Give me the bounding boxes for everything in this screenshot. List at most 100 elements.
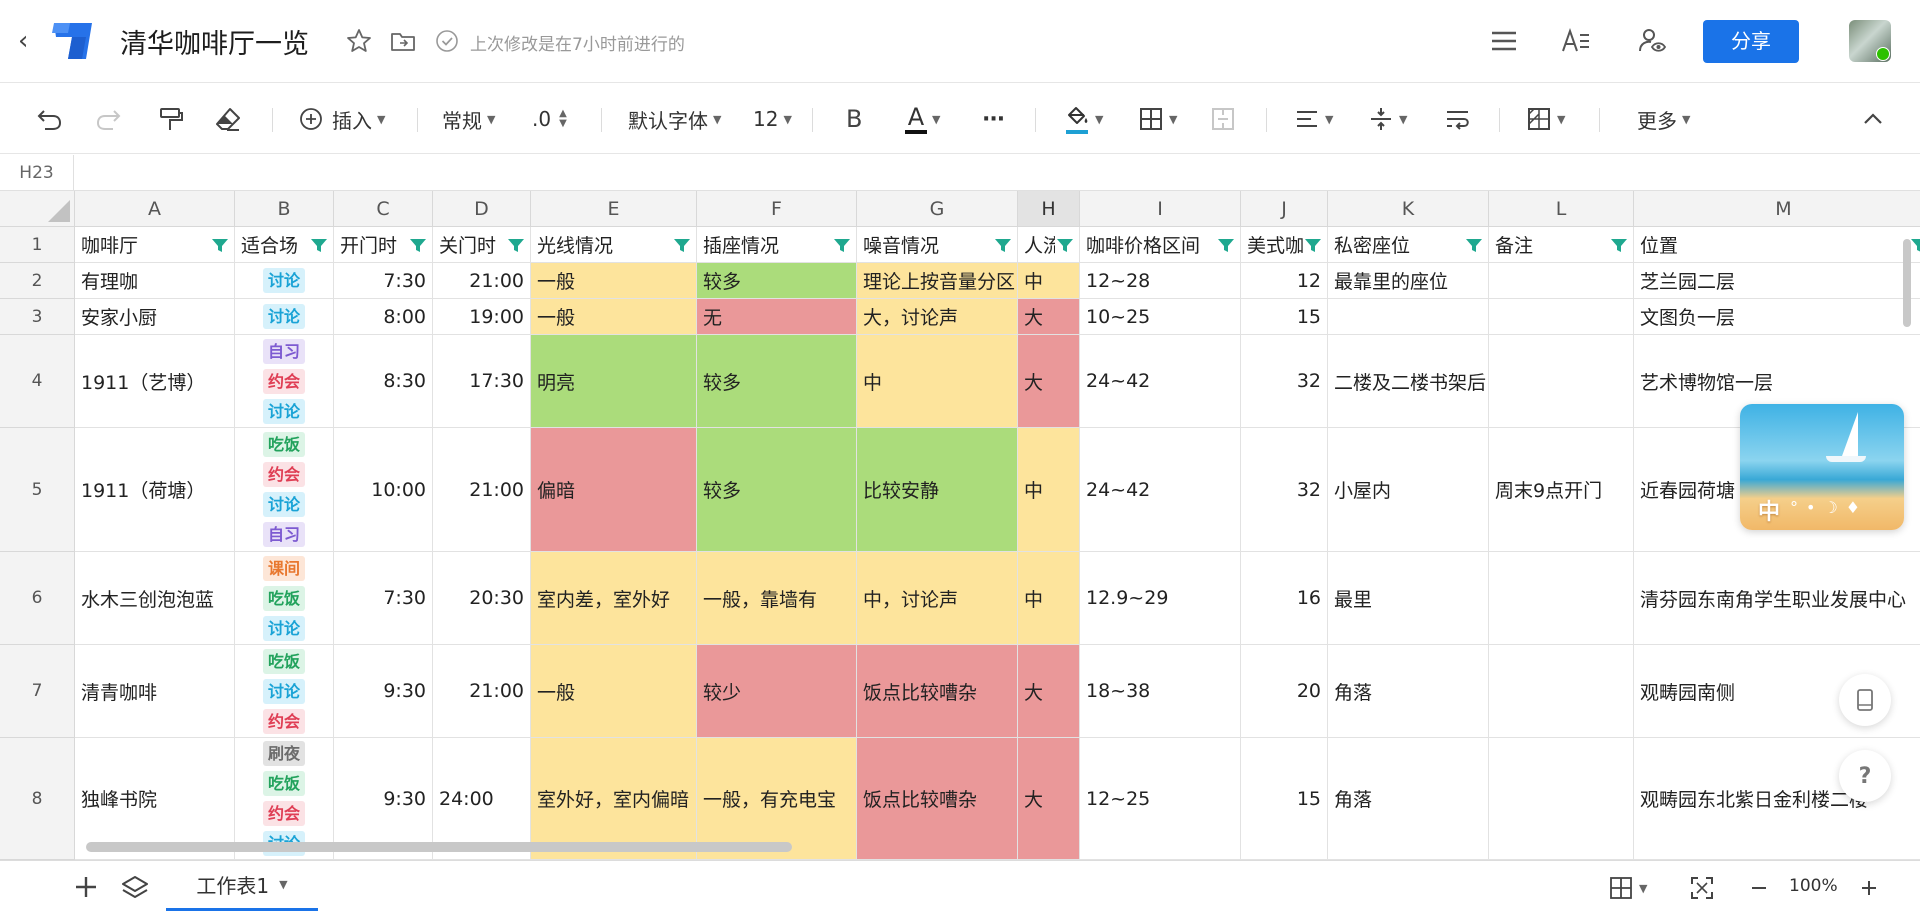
row-header-2[interactable]: 2	[0, 263, 75, 299]
light-cell[interactable]: 一般	[531, 263, 697, 299]
format-painter-icon[interactable]	[156, 102, 184, 136]
filter-icon[interactable]	[1464, 235, 1484, 255]
americano-price-cell[interactable]: 20	[1241, 645, 1328, 738]
vertical-scrollbar[interactable]	[1903, 239, 1911, 327]
noise-cell[interactable]: 大，讨论声	[857, 299, 1018, 335]
crowd-cell[interactable]: 大	[1018, 335, 1080, 428]
column-header-f[interactable]: F	[697, 191, 857, 227]
crowd-cell[interactable]: 中	[1018, 428, 1080, 552]
americano-price-cell[interactable]: 16	[1241, 552, 1328, 645]
undo-icon[interactable]	[36, 102, 64, 136]
filter-icon[interactable]	[832, 235, 852, 255]
column-header-j[interactable]: J	[1241, 191, 1328, 227]
noise-cell[interactable]: 中，讨论声	[857, 552, 1018, 645]
noise-cell[interactable]: 中	[857, 335, 1018, 428]
header-cell-j[interactable]: 美式咖	[1241, 227, 1328, 263]
price-range-cell[interactable]: 24~42	[1080, 335, 1241, 428]
text-color-dropdown[interactable]: A ▼	[905, 102, 940, 136]
open-time-cell[interactable]: 8:00	[334, 299, 433, 335]
cafe-name-cell[interactable]: 安家小厨	[75, 299, 235, 335]
price-range-cell[interactable]: 12.9~29	[1080, 552, 1241, 645]
suitable-tags-cell[interactable]: 讨论	[235, 263, 334, 299]
price-range-cell[interactable]: 10~25	[1080, 299, 1241, 335]
light-cell[interactable]: 一般	[531, 645, 697, 738]
header-cell-c[interactable]: 开门时	[334, 227, 433, 263]
header-cell-a[interactable]: 咖啡厅	[75, 227, 235, 263]
note-cell[interactable]: 周末9点开门	[1489, 428, 1634, 552]
row-header-4[interactable]: 4	[0, 335, 75, 428]
suitable-tags-cell[interactable]: 吃饭 讨论 约会	[235, 645, 334, 738]
close-time-cell[interactable]: 21:00	[433, 428, 531, 552]
header-cell-f[interactable]: 插座情况	[697, 227, 857, 263]
crowd-cell[interactable]: 大	[1018, 645, 1080, 738]
column-header-l[interactable]: L	[1489, 191, 1634, 227]
close-time-cell[interactable]: 19:00	[433, 299, 531, 335]
header-cell-d[interactable]: 关门时	[433, 227, 531, 263]
location-cell[interactable]: 芝兰园二层	[1634, 263, 1920, 299]
filter-icon[interactable]	[309, 235, 329, 255]
back-icon[interactable]: ‹	[18, 26, 38, 56]
column-header-c[interactable]: C	[334, 191, 433, 227]
crowd-cell[interactable]: 中	[1018, 263, 1080, 299]
noise-cell[interactable]: 饭点比较嘈杂	[857, 738, 1018, 860]
sheet-tab-caret-icon[interactable]: ▼	[279, 878, 287, 891]
price-range-cell[interactable]: 12~25	[1080, 738, 1241, 860]
sheet-tab-1[interactable]: 工作表1 ▼	[166, 861, 318, 911]
crowd-cell[interactable]: 大	[1018, 299, 1080, 335]
horizontal-scrollbar[interactable]	[86, 842, 792, 852]
filter-icon[interactable]	[1055, 235, 1075, 255]
column-header-k[interactable]: K	[1328, 191, 1489, 227]
header-cell-i[interactable]: 咖啡价格区间	[1080, 227, 1241, 263]
note-cell[interactable]	[1489, 299, 1634, 335]
share-button[interactable]: 分享	[1703, 20, 1799, 63]
menu-icon[interactable]	[1489, 26, 1519, 56]
cafe-name-cell[interactable]: 清青咖啡	[75, 645, 235, 738]
socket-cell[interactable]: 较多	[697, 428, 857, 552]
font-size-dropdown[interactable]: 12 ▼	[753, 102, 792, 136]
sheet-layers-icon[interactable]	[120, 870, 150, 904]
filter-icon[interactable]	[1216, 235, 1236, 255]
more-dropdown[interactable]: 更多 ▼	[1637, 102, 1690, 136]
open-time-cell[interactable]: 9:30	[334, 645, 433, 738]
fill-color-dropdown[interactable]: ▼	[1064, 102, 1103, 136]
row-header-7[interactable]: 7	[0, 645, 75, 738]
user-avatar[interactable]	[1849, 20, 1891, 62]
filter-icon[interactable]	[672, 235, 692, 255]
filter-icon[interactable]	[210, 235, 230, 255]
cafe-name-cell[interactable]: 有理咖	[75, 263, 235, 299]
americano-price-cell[interactable]: 32	[1241, 335, 1328, 428]
private-seat-cell[interactable]: 小屋内	[1328, 428, 1489, 552]
document-title[interactable]: 清华咖啡厅一览	[120, 22, 309, 61]
suitable-tags-cell[interactable]: 讨论	[235, 299, 334, 335]
header-cell-g[interactable]: 噪音情况	[857, 227, 1018, 263]
column-header-g[interactable]: G	[857, 191, 1018, 227]
americano-price-cell[interactable]: 15	[1241, 738, 1328, 860]
price-range-cell[interactable]: 12~28	[1080, 263, 1241, 299]
socket-cell[interactable]: 较多	[697, 263, 857, 299]
move-to-folder-icon[interactable]	[388, 26, 418, 56]
header-cell-m[interactable]: 位置	[1634, 227, 1920, 263]
text-format-icon[interactable]	[1561, 26, 1591, 56]
close-time-cell[interactable]: 21:00	[433, 645, 531, 738]
font-family-dropdown[interactable]: 默认字体 ▼	[628, 102, 721, 136]
column-header-h[interactable]: H	[1018, 191, 1080, 227]
bold-button[interactable]: B	[846, 102, 862, 136]
open-time-cell[interactable]: 7:30	[334, 263, 433, 299]
note-cell[interactable]	[1489, 552, 1634, 645]
header-cell-h[interactable]: 人流	[1018, 227, 1080, 263]
more-options-button[interactable]: ···	[982, 102, 1005, 136]
input-method-widget[interactable]: 中 °•☽♦	[1740, 404, 1904, 530]
row-header-8[interactable]: 8	[0, 738, 75, 860]
select-all-corner[interactable]	[0, 191, 75, 227]
note-cell[interactable]	[1489, 738, 1634, 860]
column-header-b[interactable]: B	[235, 191, 334, 227]
row-header-6[interactable]: 6	[0, 552, 75, 645]
number-format-dropdown[interactable]: 常规 ▼	[442, 102, 495, 136]
open-time-cell[interactable]: 7:30	[334, 552, 433, 645]
crowd-cell[interactable]: 大	[1018, 738, 1080, 860]
light-cell[interactable]: 明亮	[531, 335, 697, 428]
borders-dropdown[interactable]: ▼	[1138, 102, 1177, 136]
open-time-cell[interactable]: 8:30	[334, 335, 433, 428]
column-header-i[interactable]: I	[1080, 191, 1241, 227]
fullscreen-icon[interactable]	[1689, 871, 1715, 905]
